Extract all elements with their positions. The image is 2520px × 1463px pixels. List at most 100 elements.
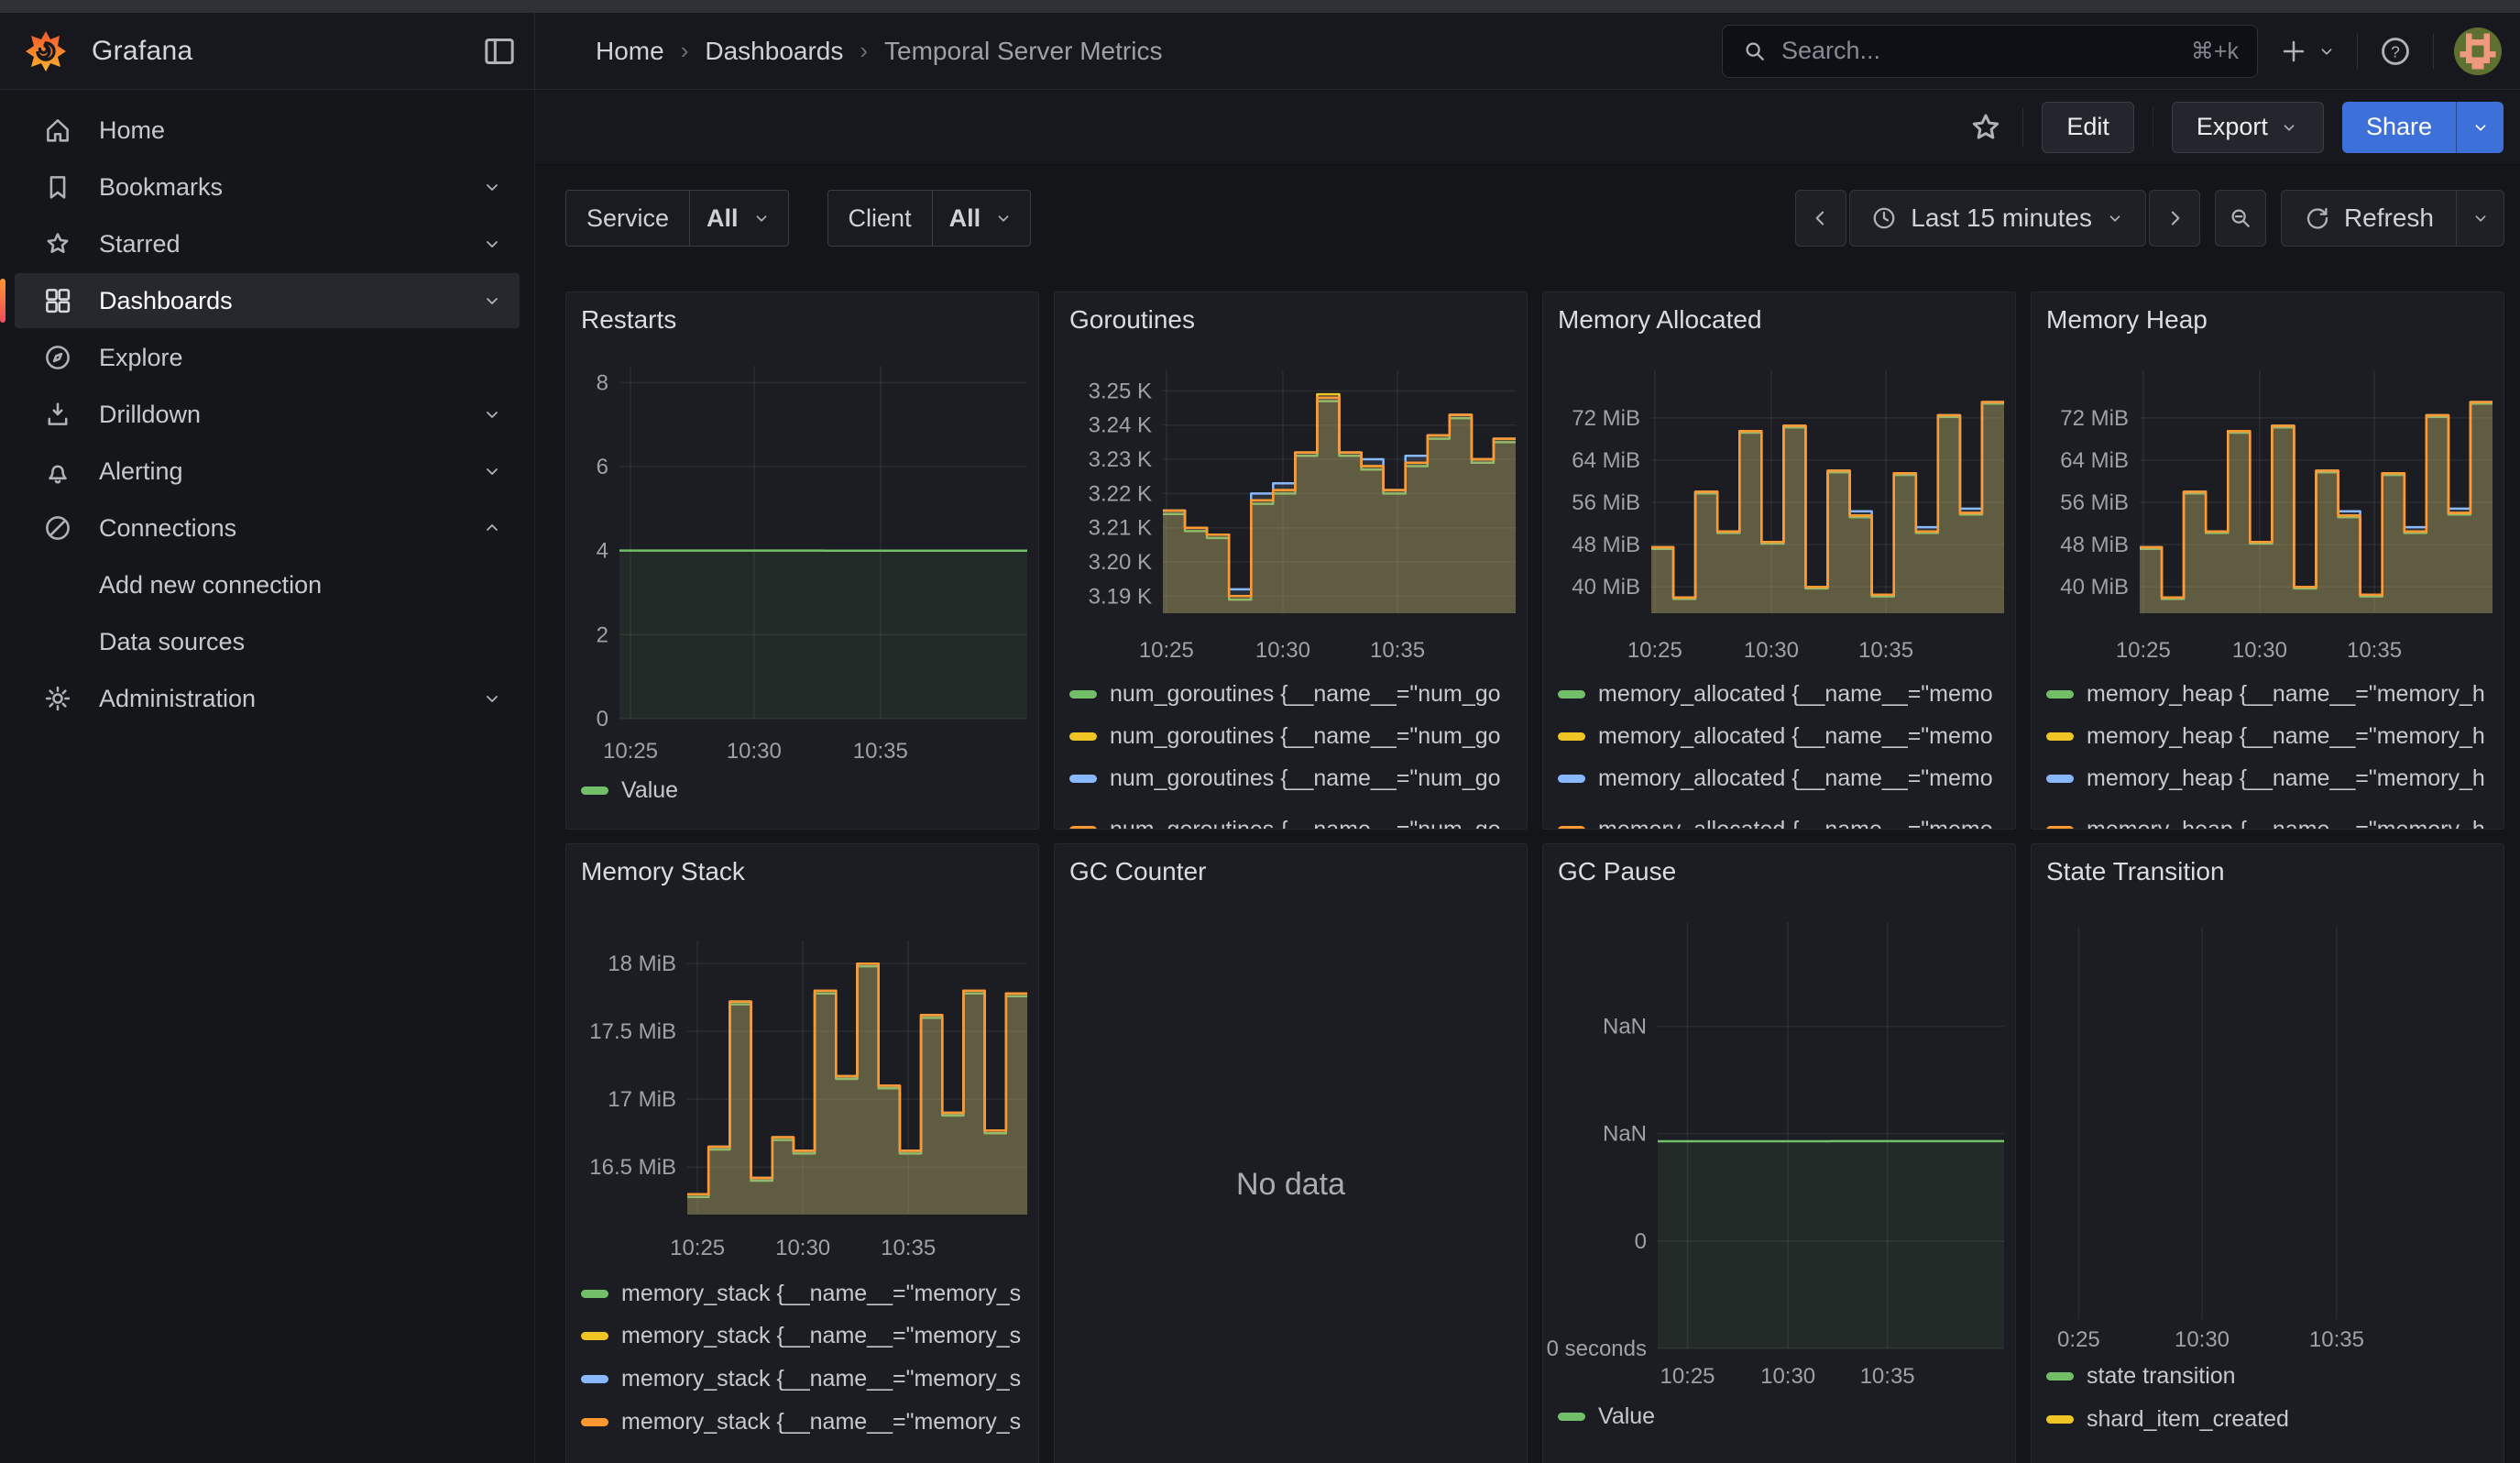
service-filter-label: Service: [566, 204, 689, 233]
legend-item[interactable]: memory_allocated {__name__="memo: [1558, 723, 1993, 749]
service-filter[interactable]: Service All: [565, 190, 789, 247]
sidebar-item-label: Starred: [99, 230, 181, 258]
sidebar-item-administration[interactable]: Administration: [15, 671, 520, 726]
legend-item[interactable]: Value: [1558, 1403, 1655, 1429]
sidebar-item-chevron[interactable]: [481, 176, 503, 198]
sidebar-toggle-icon[interactable]: [481, 33, 518, 70]
time-shift-forward-button[interactable]: [2149, 190, 2200, 247]
sidebar-item-connections[interactable]: Connections: [15, 500, 520, 556]
sidebar-item-starred[interactable]: Starred: [15, 216, 520, 271]
sidebar-item-add-new-connection[interactable]: Add new connection: [15, 557, 520, 612]
panel-title: GC Pause: [1558, 857, 1676, 886]
sidebar-item-data-sources[interactable]: Data sources: [15, 614, 520, 669]
share-label[interactable]: Share: [2342, 102, 2456, 153]
time-range-picker[interactable]: Last 15 minutes: [1849, 190, 2146, 247]
divider: [2433, 34, 2434, 69]
legend-item[interactable]: memory_allocated {__name__="memo: [1558, 817, 1993, 830]
legend-item[interactable]: memory_heap {__name__="memory_h: [2046, 765, 2485, 791]
legend-label: state transition: [2087, 1363, 2236, 1390]
refresh-interval-chevron[interactable]: [2457, 190, 2504, 247]
legend-item[interactable]: memory_heap {__name__="memory_h: [2046, 723, 2485, 749]
legend-item[interactable]: memory_heap {__name__="memory_h: [2046, 817, 2485, 830]
sidebar-item-drilldown[interactable]: Drilldown: [15, 387, 520, 442]
legend-item[interactable]: memory_stack {__name__="memory_s: [581, 1281, 1021, 1306]
legend-label: memory_heap {__name__="memory_h: [2087, 765, 2485, 792]
legend-color-swatch: [1558, 826, 1585, 830]
time-controls: Last 15 minutes Refresh: [1795, 190, 2504, 247]
panel-title: Memory Allocated: [1558, 305, 1762, 335]
legend-item[interactable]: num_goroutines {__name__="num_go: [1069, 681, 1501, 707]
sidebar-item-explore[interactable]: Explore: [15, 330, 520, 385]
legend-item[interactable]: memory_allocated {__name__="memo: [1558, 765, 1993, 791]
sidebar-item-chevron[interactable]: [481, 460, 503, 482]
help-button[interactable]: ?: [2378, 34, 2413, 69]
client-filter-value[interactable]: All: [932, 191, 1031, 246]
share-button[interactable]: Share: [2342, 102, 2504, 153]
search-input[interactable]: Search... ⌘+k: [1722, 25, 2258, 78]
panel-title: Restarts: [581, 305, 676, 335]
svg-text:0:25: 0:25: [2057, 1327, 2100, 1352]
client-filter-selected: All: [949, 204, 981, 233]
legend-item[interactable]: num_goroutines {__name__="num_go: [1069, 817, 1501, 830]
legend-item[interactable]: memory_heap {__name__="memory_h: [2046, 681, 2485, 707]
share-menu-chevron[interactable]: [2456, 102, 2504, 153]
sidebar-item-chevron[interactable]: [481, 517, 503, 539]
legend-label: memory_allocated {__name__="memo: [1598, 681, 1993, 708]
legend-item[interactable]: memory_stack {__name__="memory_s: [581, 1409, 1021, 1435]
time-shift-back-button[interactable]: [1795, 190, 1846, 247]
sidebar-item-home[interactable]: Home: [15, 103, 520, 158]
svg-text:3.25 K: 3.25 K: [1089, 379, 1152, 403]
gc-counter-chart[interactable]: No data: [1055, 844, 1527, 1463]
new-button[interactable]: [2278, 36, 2337, 67]
svg-text:56 MiB: 56 MiB: [1572, 490, 1640, 515]
legend-item[interactable]: shard_item_created: [2046, 1406, 2289, 1432]
bell-icon: [42, 456, 73, 487]
zoom-out-button[interactable]: [2215, 190, 2266, 247]
refresh-button[interactable]: Refresh: [2281, 190, 2457, 247]
sidebar-item-chevron[interactable]: [481, 233, 503, 255]
restarts-chart[interactable]: 0246810:2510:3010:35: [566, 292, 1038, 829]
legend-label: memory_stack {__name__="memory_s: [621, 1366, 1021, 1392]
legend-item[interactable]: num_goroutines {__name__="num_go: [1069, 723, 1501, 749]
topbar-actions: Search... ⌘+k ?: [1722, 25, 2520, 78]
legend-item[interactable]: num_goroutines {__name__="num_go: [1069, 765, 1501, 791]
sidebar-item-dashboards[interactable]: Dashboards: [15, 273, 520, 328]
gc-pause-chart[interactable]: NaNNaN00 seconds10:2510:3010:35: [1543, 844, 2015, 1463]
legend-color-swatch: [2046, 1415, 2074, 1424]
sidebar-item-chevron[interactable]: [481, 403, 503, 425]
export-button[interactable]: Export: [2172, 102, 2324, 153]
sidebar-item-chevron[interactable]: [481, 688, 503, 710]
service-filter-value[interactable]: All: [689, 191, 788, 246]
client-filter[interactable]: Client All: [827, 190, 1032, 247]
breadcrumb-home[interactable]: Home: [596, 37, 664, 66]
sidebar-item-label: Explore: [99, 344, 183, 372]
svg-text:10:25: 10:25: [2116, 638, 2171, 663]
sidebar-item-chevron[interactable]: [481, 290, 503, 312]
breadcrumb-dashboards[interactable]: Dashboards: [705, 37, 843, 66]
search-icon: [1741, 38, 1769, 65]
refresh-icon: [2304, 204, 2331, 232]
star-icon: [42, 228, 73, 259]
legend-item[interactable]: memory_stack {__name__="memory_s: [581, 1324, 1021, 1349]
svg-text:10:30: 10:30: [2232, 638, 2287, 663]
legend-label: memory_allocated {__name__="memo: [1598, 765, 1993, 792]
svg-text:0 seconds: 0 seconds: [1547, 1336, 1647, 1361]
svg-text:3.24 K: 3.24 K: [1089, 413, 1152, 438]
sidebar-item-bookmarks[interactable]: Bookmarks: [15, 160, 520, 214]
favorite-star-icon[interactable]: [1967, 109, 2004, 146]
legend-label: shard_item_created: [2087, 1406, 2289, 1433]
sidebar-item-label: Home: [99, 116, 165, 145]
legend-item[interactable]: memory_allocated {__name__="memo: [1558, 681, 1993, 707]
sidebar-item-label: Data sources: [99, 628, 245, 656]
legend-color-swatch: [581, 1375, 608, 1383]
legend-label: memory_allocated {__name__="memo: [1598, 817, 1993, 830]
breadcrumb-separator: ›: [681, 37, 689, 65]
avatar[interactable]: [2454, 28, 2502, 75]
legend-color-swatch: [1558, 732, 1585, 741]
legend-item[interactable]: Value: [581, 777, 678, 803]
sidebar-item-alerting[interactable]: Alerting: [15, 444, 520, 499]
edit-button[interactable]: Edit: [2042, 102, 2134, 153]
legend-item[interactable]: state transition: [2046, 1363, 2236, 1389]
legend-item[interactable]: memory_stack {__name__="memory_s: [581, 1366, 1021, 1392]
brand-name: Grafana: [92, 36, 193, 67]
